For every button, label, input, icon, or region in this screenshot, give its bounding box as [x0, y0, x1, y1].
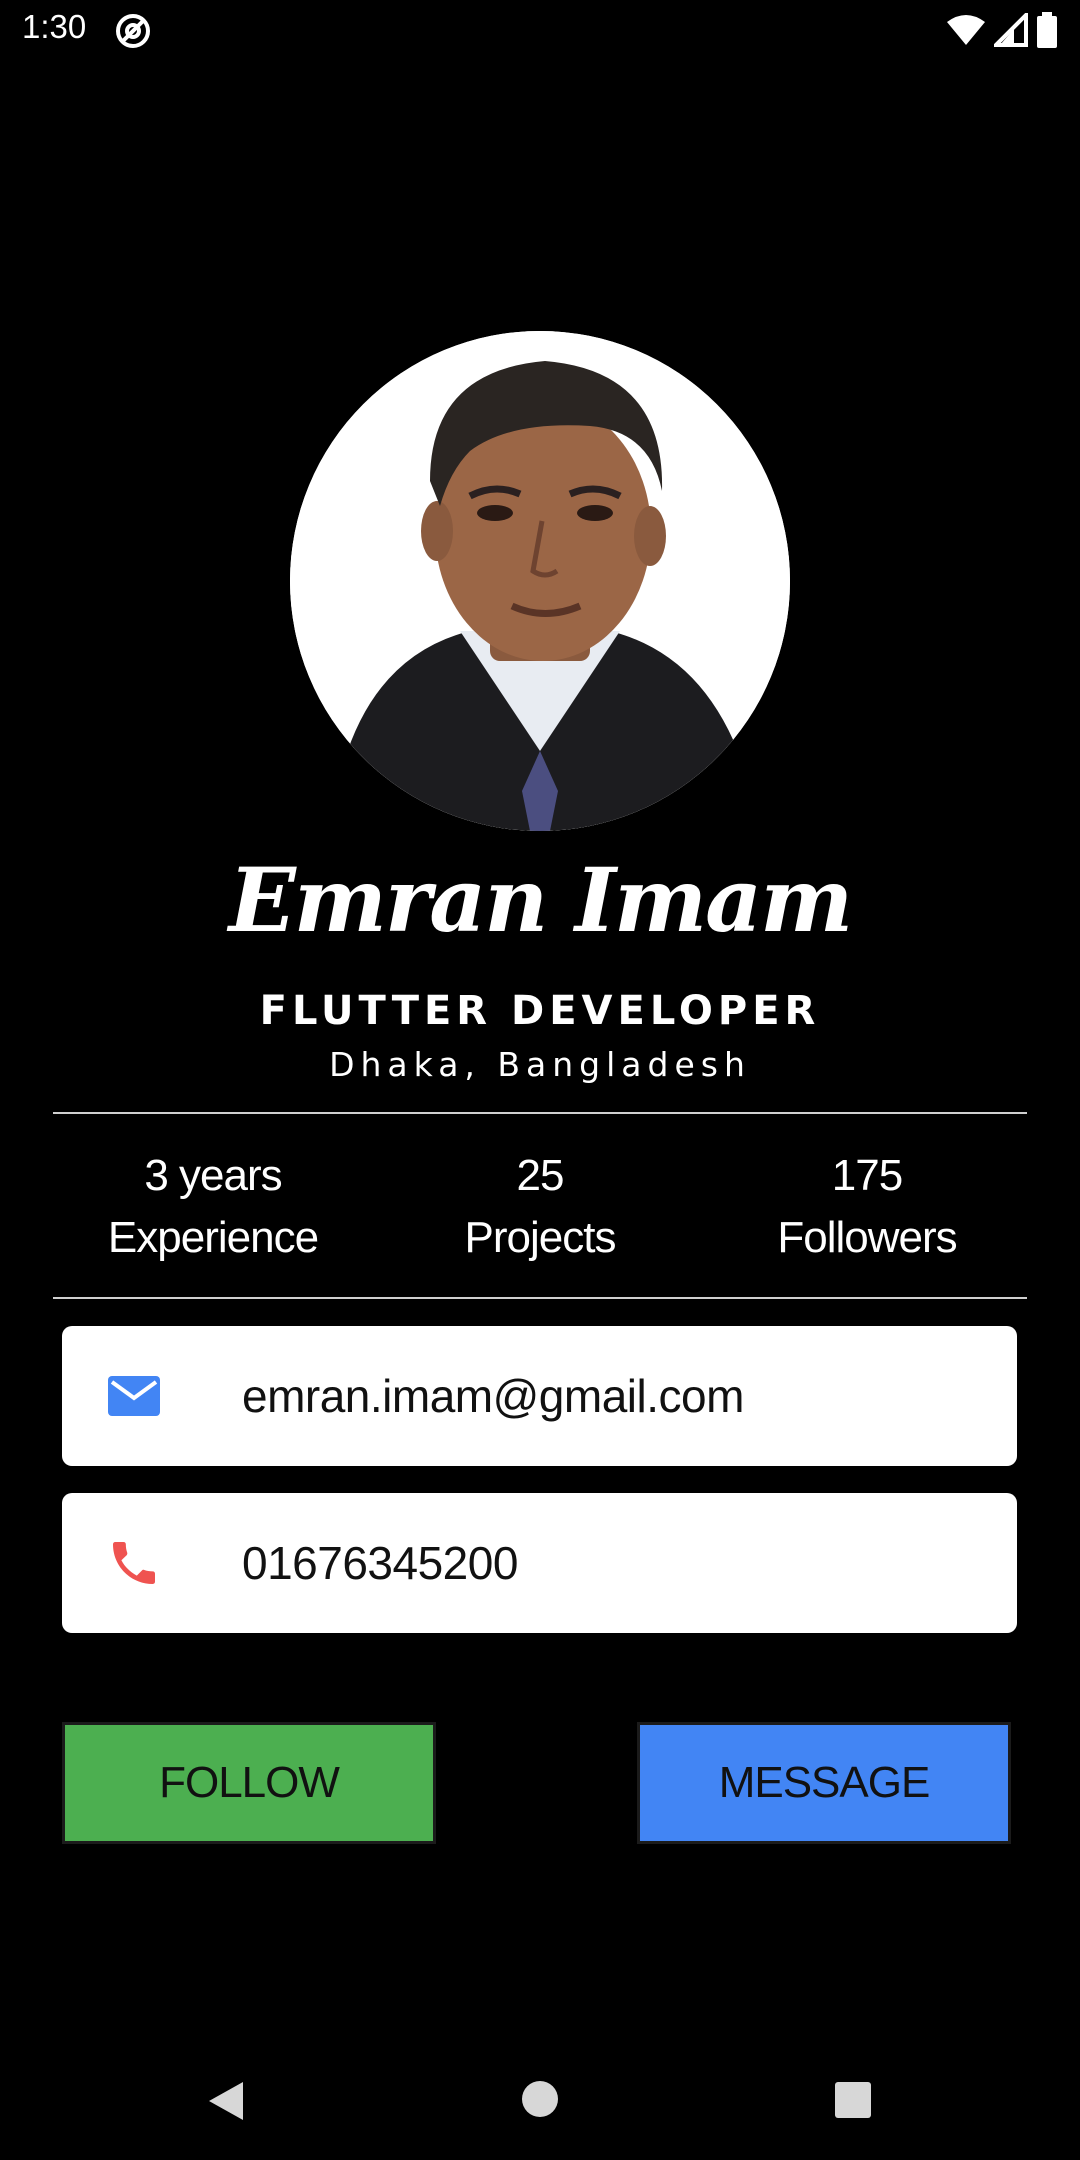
profile-name: Emran Imam	[228, 848, 854, 952]
battery-icon	[1036, 12, 1058, 52]
message-button[interactable]: MESSAGE	[637, 1722, 1011, 1844]
email-text: emran.imam@gmail.com	[242, 1370, 744, 1422]
status-bar: 1:30	[0, 0, 1080, 60]
stat-value: 25	[516, 1151, 565, 1200]
mail-icon	[106, 1368, 162, 1424]
home-icon[interactable]	[522, 2081, 558, 2117]
stat-experience: 3 years Experience	[53, 1145, 373, 1269]
follow-button[interactable]: FOLLOW	[62, 1722, 436, 1844]
avatar	[290, 331, 790, 831]
stat-followers: 175 Followers	[707, 1145, 1027, 1269]
signal-icon	[991, 10, 1028, 51]
recents-icon[interactable]	[835, 2082, 871, 2118]
profile-role: FLUTTER DEVELOPER	[259, 988, 821, 1034]
divider	[53, 1112, 1027, 1114]
stat-value: 175	[831, 1151, 903, 1200]
status-time: 1:30	[22, 8, 87, 45]
back-icon[interactable]	[205, 2080, 245, 2126]
stats-row: 3 years Experience 25 Projects 175 Follo…	[53, 1145, 1027, 1269]
wifi-icon	[946, 14, 986, 50]
phone-icon	[106, 1535, 162, 1591]
phone-text: 01676345200	[242, 1537, 518, 1589]
stat-label: Followers	[777, 1213, 957, 1262]
stat-label: Experience	[107, 1213, 319, 1262]
profile-location: Dhaka, Bangladesh	[329, 1045, 751, 1084]
stat-value: 3 years	[144, 1151, 282, 1200]
stat-label: Projects	[464, 1213, 617, 1262]
phone-card[interactable]: 01676345200	[62, 1493, 1017, 1633]
divider	[53, 1297, 1027, 1299]
stat-projects: 25 Projects	[380, 1145, 700, 1269]
at-sign-icon	[114, 12, 152, 50]
email-card[interactable]: emran.imam@gmail.com	[62, 1326, 1017, 1466]
